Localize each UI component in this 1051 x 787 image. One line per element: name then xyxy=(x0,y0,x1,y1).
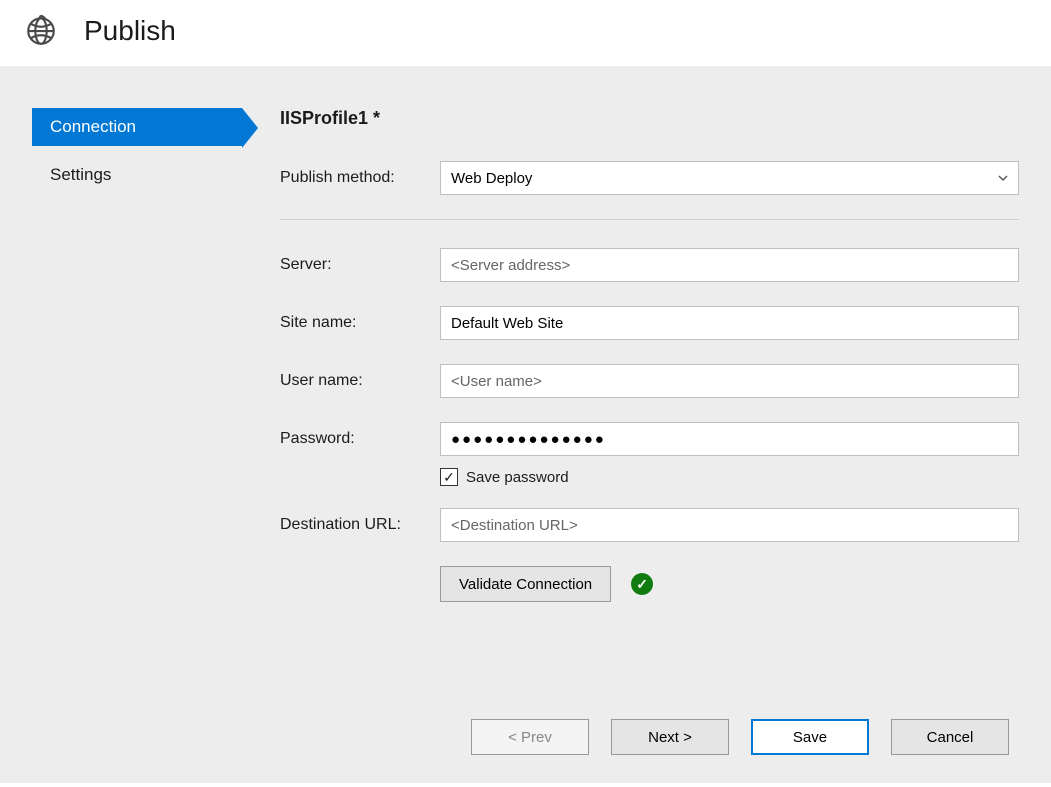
next-button[interactable]: Next > xyxy=(611,719,729,755)
row-site-name: Site name: xyxy=(280,306,1019,340)
server-label: Server: xyxy=(280,256,440,274)
destination-url-input[interactable] xyxy=(440,508,1019,542)
save-password-label: Save password xyxy=(466,469,569,486)
server-input[interactable] xyxy=(440,248,1019,282)
row-password: Password: xyxy=(280,422,1019,456)
dialog-header: Publish xyxy=(0,0,1051,66)
dialog-title: Publish xyxy=(84,15,176,47)
user-name-label: User name: xyxy=(280,372,440,390)
row-destination-url: Destination URL: xyxy=(280,508,1019,542)
validation-success-icon: ✓ xyxy=(631,573,653,595)
sidebar-item-connection[interactable]: Connection xyxy=(32,108,242,146)
sidebar-item-label: Settings xyxy=(50,165,111,184)
site-name-label: Site name: xyxy=(280,314,440,332)
prev-button: < Prev xyxy=(471,719,589,755)
publish-globe-icon xyxy=(24,14,58,48)
row-user-name: User name: xyxy=(280,364,1019,398)
sidebar-item-label: Connection xyxy=(50,117,136,136)
save-password-checkbox[interactable] xyxy=(440,468,458,486)
row-validate: Validate Connection ✓ xyxy=(440,566,1019,602)
row-server: Server: xyxy=(280,248,1019,282)
form-panel: IISProfile1 * Publish method: Web Deploy… xyxy=(280,108,1019,602)
publish-method-label: Publish method: xyxy=(280,169,440,187)
profile-title: IISProfile1 * xyxy=(280,108,1019,129)
cancel-button[interactable]: Cancel xyxy=(891,719,1009,755)
sidebar-item-settings[interactable]: Settings xyxy=(32,156,242,194)
wizard-sidebar: Connection Settings xyxy=(32,108,242,204)
password-input[interactable] xyxy=(440,422,1019,456)
password-label: Password: xyxy=(280,430,440,448)
user-name-input[interactable] xyxy=(440,364,1019,398)
row-save-password: Save password xyxy=(440,468,1019,486)
validate-connection-button[interactable]: Validate Connection xyxy=(440,566,611,602)
site-name-input[interactable] xyxy=(440,306,1019,340)
publish-method-select[interactable]: Web Deploy xyxy=(440,161,1019,195)
save-button[interactable]: Save xyxy=(751,719,869,755)
row-publish-method: Publish method: Web Deploy xyxy=(280,161,1019,195)
dialog-body: Connection Settings IISProfile1 * Publis… xyxy=(0,66,1051,783)
destination-url-label: Destination URL: xyxy=(280,516,440,534)
dialog-footer: < Prev Next > Save Cancel xyxy=(471,719,1009,755)
section-divider xyxy=(280,219,1019,220)
